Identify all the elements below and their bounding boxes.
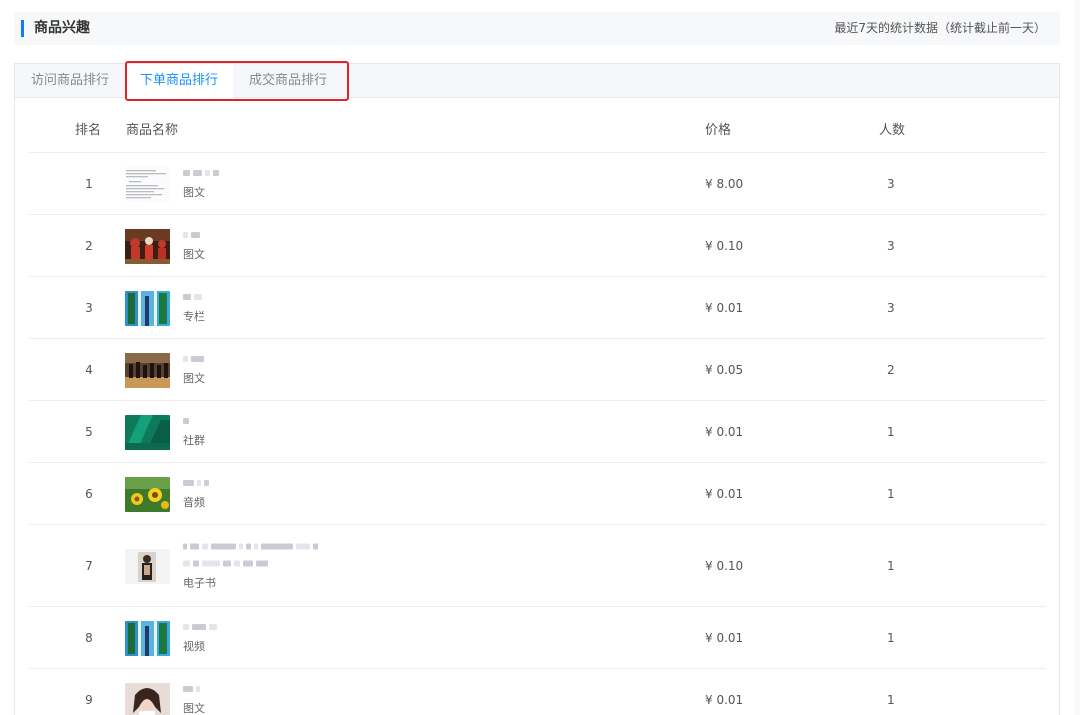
rank-cell: 1 bbox=[85, 176, 93, 191]
count-cell: 1 bbox=[887, 424, 895, 439]
count-cell: 3 bbox=[887, 176, 895, 191]
rank-cell: 4 bbox=[85, 362, 93, 377]
price-cell: ¥ 8.00 bbox=[705, 176, 744, 191]
ranking-tabs: 访问商品排行 下单商品排行 成交商品排行 bbox=[15, 64, 1059, 99]
product-name-redacted bbox=[183, 169, 219, 177]
table-row: 4 图文 ¥ 0.05 2 bbox=[29, 339, 1046, 401]
stats-period-note: 最近7天的统计数据（统计截止前一天） bbox=[834, 21, 1046, 35]
table-header: 排名 商品名称 价格 人数 bbox=[29, 99, 1046, 153]
price-cell: ¥ 0.01 bbox=[705, 630, 744, 645]
product-info: 图文 bbox=[183, 169, 219, 199]
table-row: 7 电子书 ¥ 0.10 1 bbox=[29, 525, 1046, 607]
table-row: 9 图文 ¥ 0.01 1 bbox=[29, 669, 1046, 715]
product-name-redacted-line2 bbox=[183, 559, 318, 567]
product-name-redacted bbox=[183, 623, 217, 631]
table-row: 3 专栏 ¥ 0.01 3 bbox=[29, 277, 1046, 339]
product-thumbnail[interactable] bbox=[125, 620, 170, 656]
price-cell: ¥ 0.05 bbox=[705, 362, 744, 377]
count-cell: 1 bbox=[887, 692, 895, 707]
product-type: 音频 bbox=[183, 495, 205, 509]
product-name-redacted bbox=[183, 685, 205, 693]
product-info: 图文 bbox=[183, 685, 205, 715]
product-thumbnail[interactable] bbox=[125, 290, 170, 326]
price-cell: ¥ 0.10 bbox=[705, 238, 744, 253]
count-cell: 1 bbox=[887, 486, 895, 501]
product-thumbnail[interactable] bbox=[125, 228, 170, 264]
header-accent-bar bbox=[21, 20, 24, 37]
product-info: 社群 bbox=[183, 417, 205, 447]
product-type: 电子书 bbox=[183, 576, 216, 589]
product-type: 社群 bbox=[183, 433, 205, 447]
table-row: 1 图文 ¥ 8.00 3 bbox=[29, 153, 1046, 215]
count-cell: 1 bbox=[887, 558, 895, 573]
product-info: 专栏 bbox=[183, 293, 205, 323]
section-header: 商品兴趣 最近7天的统计数据（统计截止前一天） bbox=[14, 12, 1060, 45]
table-row: 8 视频 ¥ 0.01 1 bbox=[29, 607, 1046, 669]
product-info: 图文 bbox=[183, 355, 205, 385]
rank-cell: 8 bbox=[85, 630, 93, 645]
ranking-panel: 访问商品排行 下单商品排行 成交商品排行 排名 商品名称 价格 人数 1 图文 … bbox=[14, 61, 1060, 715]
rank-cell: 9 bbox=[85, 692, 93, 707]
tab-deal-ranking[interactable]: 成交商品排行 bbox=[233, 64, 343, 98]
product-ranking-table: 排名 商品名称 价格 人数 1 图文 ¥ 8.00 3 2 图文 ¥ 0.10 … bbox=[29, 99, 1046, 715]
product-type: 图文 bbox=[183, 247, 205, 261]
price-cell: ¥ 0.01 bbox=[705, 424, 744, 439]
product-type: 图文 bbox=[183, 701, 205, 715]
tab-order-ranking[interactable]: 下单商品排行 bbox=[125, 64, 233, 99]
product-info: 音频 bbox=[183, 479, 209, 509]
product-name-redacted bbox=[183, 542, 318, 550]
price-cell: ¥ 0.10 bbox=[705, 558, 744, 573]
product-thumbnail[interactable] bbox=[125, 352, 170, 388]
product-thumbnail[interactable] bbox=[125, 414, 170, 450]
section-title: 商品兴趣 bbox=[34, 20, 90, 36]
product-type: 图文 bbox=[183, 371, 205, 385]
product-info: 图文 bbox=[183, 231, 205, 261]
rank-cell: 3 bbox=[85, 300, 93, 315]
product-name-redacted bbox=[183, 231, 205, 239]
product-info: 视频 bbox=[183, 623, 217, 653]
product-thumbnail[interactable] bbox=[125, 682, 170, 715]
product-info: 电子书 bbox=[183, 542, 318, 589]
product-name-redacted bbox=[183, 479, 209, 487]
rank-cell: 5 bbox=[85, 424, 93, 439]
tab-visit-ranking[interactable]: 访问商品排行 bbox=[15, 64, 125, 98]
rank-cell: 7 bbox=[85, 558, 93, 573]
page-scrollbar[interactable] bbox=[1074, 0, 1080, 715]
table-row: 6 音频 ¥ 0.01 1 bbox=[29, 463, 1046, 525]
price-cell: ¥ 0.01 bbox=[705, 300, 744, 315]
count-cell: 3 bbox=[887, 238, 895, 253]
count-cell: 3 bbox=[887, 300, 895, 315]
product-thumbnail[interactable] bbox=[125, 476, 170, 512]
price-cell: ¥ 0.01 bbox=[705, 692, 744, 707]
product-type: 视频 bbox=[183, 639, 205, 653]
product-thumbnail[interactable] bbox=[125, 166, 170, 202]
rank-cell: 2 bbox=[85, 238, 93, 253]
product-type: 专栏 bbox=[183, 309, 205, 323]
product-type: 图文 bbox=[183, 185, 205, 199]
product-thumbnail[interactable] bbox=[125, 548, 170, 584]
table-row: 2 图文 ¥ 0.10 3 bbox=[29, 215, 1046, 277]
price-cell: ¥ 0.01 bbox=[705, 486, 744, 501]
count-cell: 1 bbox=[887, 630, 895, 645]
product-name-redacted bbox=[183, 355, 205, 363]
product-name-redacted bbox=[183, 417, 205, 425]
count-cell: 2 bbox=[887, 362, 895, 377]
rank-cell: 6 bbox=[85, 486, 93, 501]
product-name-redacted bbox=[183, 293, 205, 301]
table-row: 5 社群 ¥ 0.01 1 bbox=[29, 401, 1046, 463]
